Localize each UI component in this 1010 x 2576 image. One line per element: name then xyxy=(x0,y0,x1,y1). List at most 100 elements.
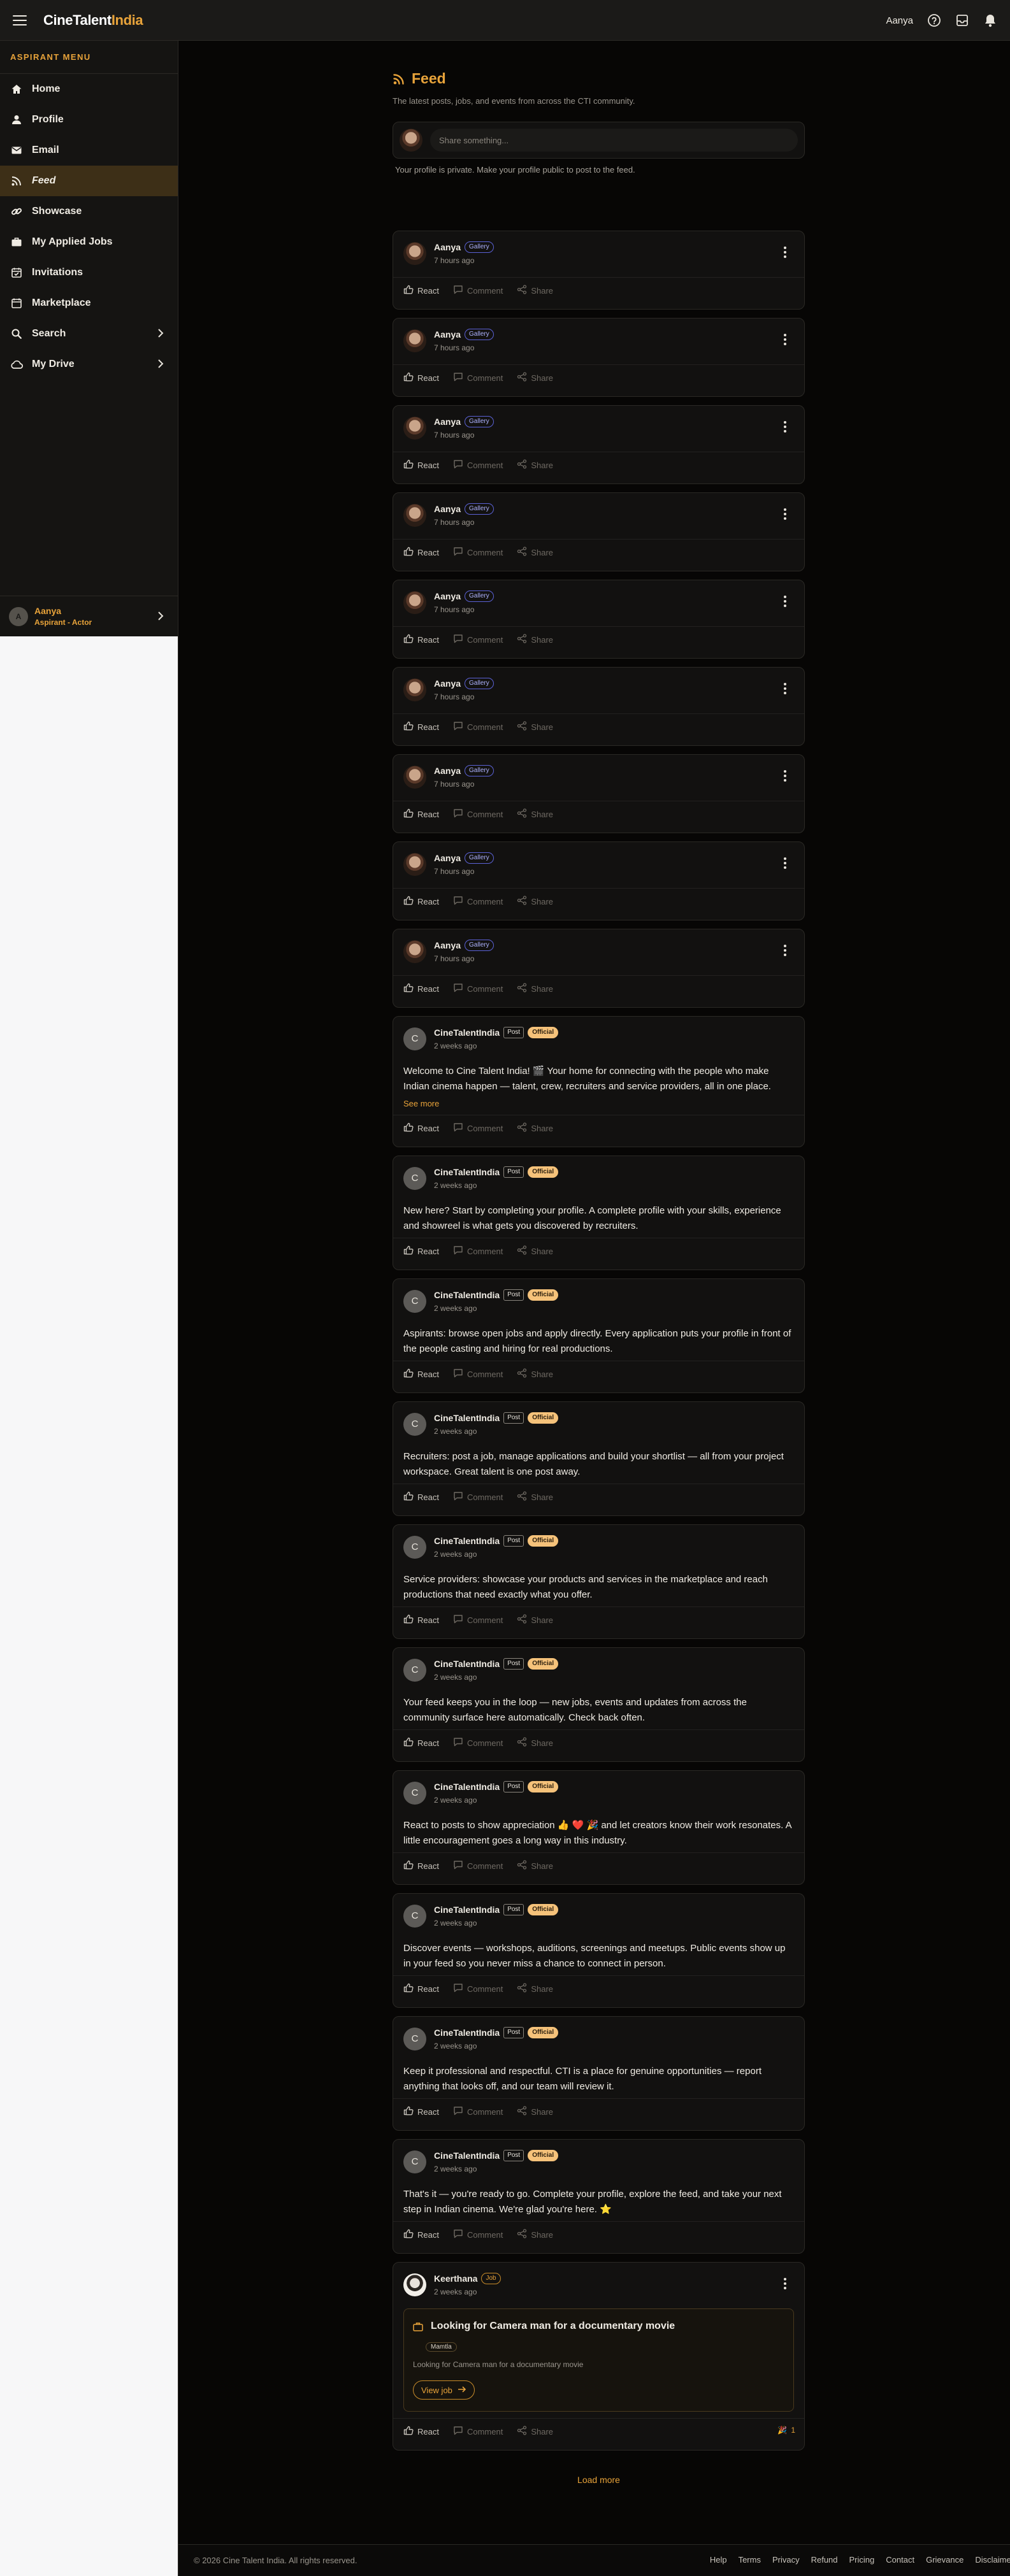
more-options-icon[interactable] xyxy=(784,247,786,258)
avatar[interactable]: C xyxy=(403,1412,426,1436)
comment-button[interactable]: Comment xyxy=(453,721,503,733)
react-button[interactable]: React xyxy=(403,634,439,645)
avatar[interactable] xyxy=(403,241,426,265)
share-button[interactable]: Share xyxy=(517,285,553,296)
avatar[interactable]: C xyxy=(403,1535,426,1559)
comment-button[interactable]: Comment xyxy=(453,1491,503,1503)
post-author[interactable]: CineTalentIndia xyxy=(434,1536,500,1546)
react-button[interactable]: React xyxy=(403,896,439,907)
post-author[interactable]: Aanya xyxy=(434,591,461,601)
post-author[interactable]: CineTalentIndia xyxy=(434,1413,500,1423)
sidebar-item-my-applied-jobs[interactable]: My Applied Jobs xyxy=(0,227,178,257)
avatar[interactable] xyxy=(403,2273,426,2296)
more-options-icon[interactable] xyxy=(784,857,786,869)
share-button[interactable]: Share xyxy=(517,1983,553,1994)
load-more-button[interactable]: Load more xyxy=(393,2475,805,2485)
post-author[interactable]: CineTalentIndia xyxy=(434,1782,500,1792)
post-author[interactable]: Aanya xyxy=(434,504,461,514)
footer-link-help[interactable]: Help xyxy=(710,2555,727,2565)
react-button[interactable]: React xyxy=(403,1491,439,1503)
react-button[interactable]: React xyxy=(403,1614,439,1626)
avatar[interactable] xyxy=(403,590,426,614)
comment-button[interactable]: Comment xyxy=(453,285,503,296)
share-button[interactable]: Share xyxy=(517,1245,553,1257)
comment-button[interactable]: Comment xyxy=(453,808,503,820)
share-button[interactable]: Share xyxy=(517,372,553,383)
more-options-icon[interactable] xyxy=(784,508,786,520)
sidebar-item-profile[interactable]: Profile xyxy=(0,104,178,135)
react-button[interactable]: React xyxy=(403,1122,439,1134)
react-button[interactable]: React xyxy=(403,1983,439,1994)
share-button[interactable]: Share xyxy=(517,2229,553,2240)
avatar[interactable] xyxy=(403,416,426,440)
sidebar-item-marketplace[interactable]: Marketplace xyxy=(0,288,178,318)
more-options-icon[interactable] xyxy=(784,334,786,345)
post-author[interactable]: Aanya xyxy=(434,940,461,950)
share-button[interactable]: Share xyxy=(517,1491,553,1503)
react-button[interactable]: React xyxy=(403,285,439,296)
comment-button[interactable]: Comment xyxy=(453,983,503,994)
footer-link-disclaimer[interactable]: Disclaimer xyxy=(975,2555,1010,2565)
post-author[interactable]: Aanya xyxy=(434,853,461,863)
footer-link-privacy[interactable]: Privacy xyxy=(772,2555,800,2565)
post-author[interactable]: Aanya xyxy=(434,417,461,427)
footer-link-pricing[interactable]: Pricing xyxy=(849,2555,875,2565)
share-button[interactable]: Share xyxy=(517,983,553,994)
post-author[interactable]: CineTalentIndia xyxy=(434,1905,500,1915)
react-button[interactable]: React xyxy=(403,2229,439,2240)
avatar[interactable]: C xyxy=(403,1781,426,1805)
comment-button[interactable]: Comment xyxy=(453,1983,503,1994)
inbox-icon[interactable] xyxy=(955,13,969,27)
share-button[interactable]: Share xyxy=(517,459,553,471)
menu-icon[interactable] xyxy=(13,15,27,25)
comment-button[interactable]: Comment xyxy=(453,1368,503,1380)
react-button[interactable]: React xyxy=(403,1245,439,1257)
avatar[interactable]: C xyxy=(403,1027,426,1050)
sidebar-item-feed[interactable]: Feed xyxy=(0,166,178,196)
see-more-link[interactable]: See more xyxy=(403,1099,439,1108)
help-icon[interactable] xyxy=(927,13,941,27)
more-options-icon[interactable] xyxy=(784,770,786,782)
avatar[interactable] xyxy=(403,765,426,789)
react-button[interactable]: React xyxy=(403,808,439,820)
share-button[interactable]: Share xyxy=(517,1737,553,1749)
react-button[interactable]: React xyxy=(403,1368,439,1380)
top-user-name[interactable]: Aanya xyxy=(886,15,913,26)
share-button[interactable]: Share xyxy=(517,2106,553,2117)
comment-button[interactable]: Comment xyxy=(453,896,503,907)
react-button[interactable]: React xyxy=(403,459,439,471)
post-author[interactable]: Aanya xyxy=(434,678,461,689)
comment-button[interactable]: Comment xyxy=(453,459,503,471)
sidebar-item-email[interactable]: Email xyxy=(0,135,178,166)
sidebar-item-showcase[interactable]: Showcase xyxy=(0,196,178,227)
share-button[interactable]: Share xyxy=(517,1122,553,1134)
avatar[interactable] xyxy=(403,940,426,963)
avatar[interactable] xyxy=(403,852,426,876)
avatar[interactable]: C xyxy=(403,1658,426,1682)
share-button[interactable]: Share xyxy=(517,1368,553,1380)
comment-button[interactable]: Comment xyxy=(453,372,503,383)
react-button[interactable]: React xyxy=(403,983,439,994)
footer-link-terms[interactable]: Terms xyxy=(739,2555,761,2565)
comment-button[interactable]: Comment xyxy=(453,1860,503,1871)
comment-button[interactable]: Comment xyxy=(453,1245,503,1257)
react-button[interactable]: React xyxy=(403,547,439,558)
more-options-icon[interactable] xyxy=(784,945,786,956)
react-button[interactable]: React xyxy=(403,2106,439,2117)
sidebar-user-card[interactable]: A Aanya Aspirant - Actor xyxy=(0,596,178,636)
sidebar-item-my-drive[interactable]: My Drive xyxy=(0,349,178,380)
react-button[interactable]: React xyxy=(403,2426,439,2437)
more-options-icon[interactable] xyxy=(784,2278,786,2289)
avatar[interactable]: C xyxy=(403,1289,426,1313)
post-author[interactable]: Aanya xyxy=(434,766,461,776)
avatar[interactable] xyxy=(403,329,426,352)
footer-link-grievance[interactable]: Grievance xyxy=(926,2555,963,2565)
view-job-button[interactable]: View job xyxy=(413,2380,475,2400)
more-options-icon[interactable] xyxy=(784,683,786,694)
comment-button[interactable]: Comment xyxy=(453,2106,503,2117)
comment-button[interactable]: Comment xyxy=(453,2229,503,2240)
sidebar-item-home[interactable]: Home xyxy=(0,74,178,104)
react-button[interactable]: React xyxy=(403,1737,439,1749)
avatar[interactable]: C xyxy=(403,1166,426,1190)
react-button[interactable]: React xyxy=(403,1860,439,1871)
